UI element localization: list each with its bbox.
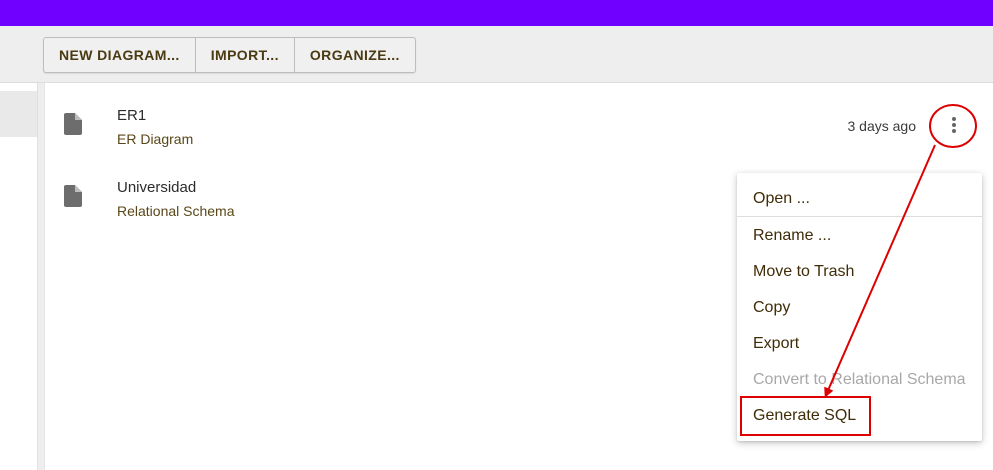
file-type: ER Diagram (117, 131, 194, 147)
menu-item-move-to-trash[interactable]: Move to Trash (737, 254, 982, 290)
menu-item-generate-sql[interactable]: Generate SQL (737, 398, 982, 434)
sidebar-selected-item[interactable] (0, 91, 37, 137)
new-diagram-button[interactable]: NEW DIAGRAM... (44, 38, 196, 72)
file-modified-time: 3 days ago (847, 118, 917, 134)
menu-item-open[interactable]: Open ... (737, 181, 982, 217)
sidebar (0, 83, 38, 470)
menu-item-copy[interactable]: Copy (737, 290, 982, 326)
file-icon (64, 185, 82, 207)
menu-item-export[interactable]: Export (737, 326, 982, 362)
file-name: Universidad (117, 179, 197, 196)
organize-button[interactable]: ORGANIZE... (295, 38, 415, 72)
more-options-button[interactable] (929, 104, 975, 146)
more-vert-icon (952, 117, 956, 133)
file-name: ER1 (117, 107, 147, 124)
file-type: Relational Schema (117, 203, 235, 219)
file-context-menu: Open ... Rename ... Move to Trash Copy E… (737, 173, 982, 441)
menu-item-rename[interactable]: Rename ... (737, 218, 982, 254)
file-row-er1[interactable]: ER1 ER Diagram 3 days ago (45, 99, 993, 163)
toolbar: NEW DIAGRAM... IMPORT... ORGANIZE... (0, 26, 993, 83)
menu-divider (737, 216, 982, 217)
import-button[interactable]: IMPORT... (196, 38, 295, 72)
menu-item-convert-to-relational-schema: Convert to Relational Schema (753, 371, 966, 388)
toolbar-button-group: NEW DIAGRAM... IMPORT... ORGANIZE... (43, 37, 416, 73)
file-icon (64, 113, 82, 135)
app-header-bar (0, 0, 993, 26)
app-window: NEW DIAGRAM... IMPORT... ORGANIZE... ER1… (0, 0, 993, 470)
